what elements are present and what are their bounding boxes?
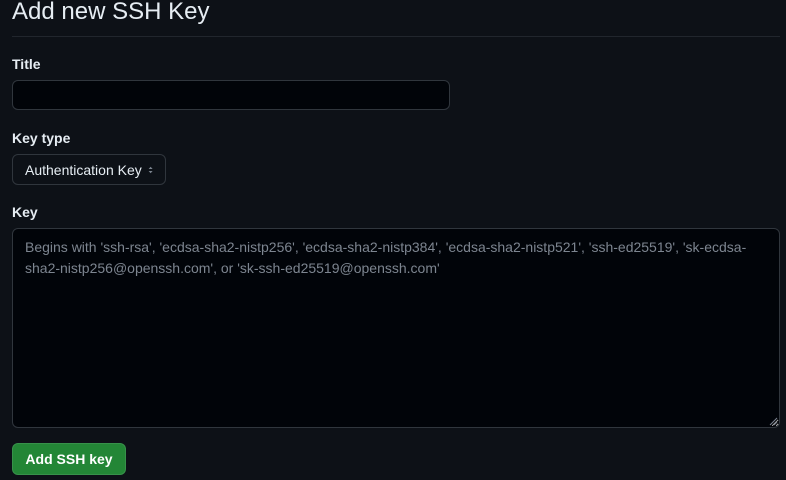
title-field-label: Title <box>12 56 41 72</box>
key-type-select[interactable]: Authentication Key <box>12 154 166 185</box>
add-ssh-key-button[interactable]: Add SSH key <box>12 443 126 475</box>
key-field-label: Key <box>12 204 38 220</box>
title-input[interactable] <box>12 80 450 110</box>
key-type-label: Key type <box>12 130 71 146</box>
page-title: Add new SSH Key <box>12 0 210 25</box>
select-caret-icon <box>148 166 153 173</box>
key-type-selected-value: Authentication Key <box>25 161 142 178</box>
title-divider <box>12 36 780 37</box>
key-textarea[interactable] <box>12 228 780 428</box>
resize-grip-icon[interactable] <box>768 416 778 426</box>
add-ssh-key-page: Add new SSH Key Title Key type Authentic… <box>0 0 786 480</box>
